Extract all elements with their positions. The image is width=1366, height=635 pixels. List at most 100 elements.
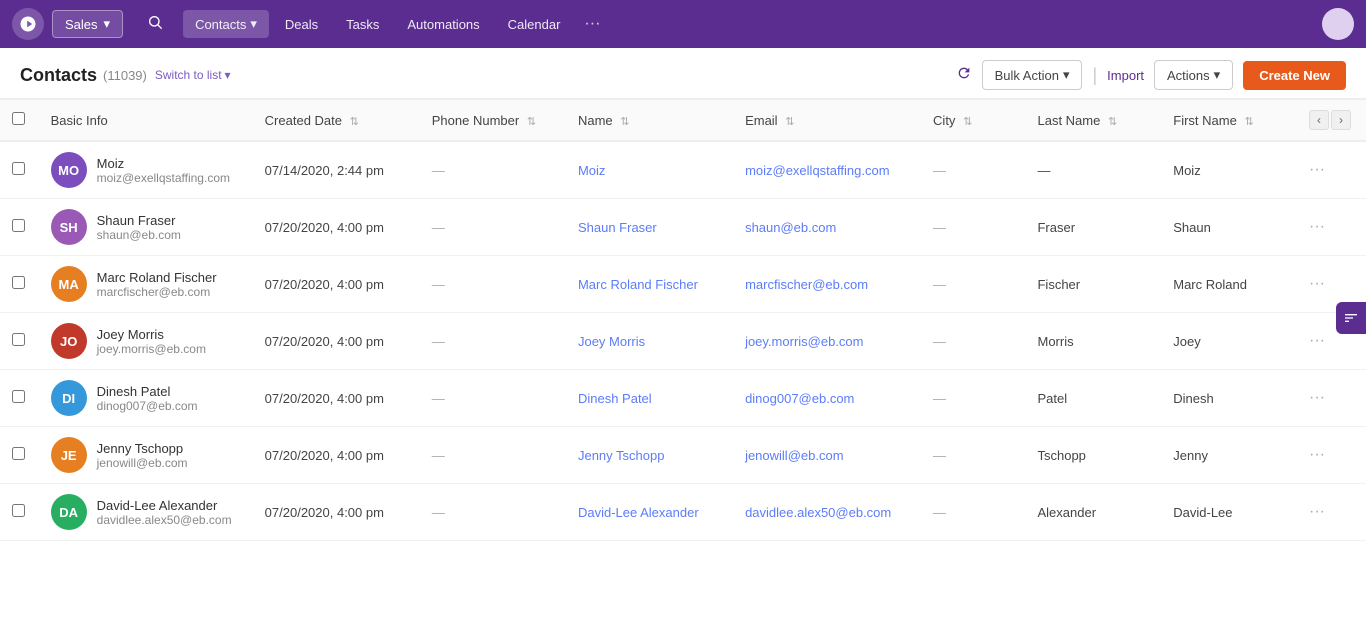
row-more-button[interactable]: ··· — [1309, 275, 1325, 293]
email-value[interactable]: davidlee.alex50@eb.com — [745, 505, 891, 520]
email-cell: davidlee.alex50@eb.com — [733, 484, 921, 541]
full-name-value[interactable]: David-Lee Alexander — [578, 505, 699, 520]
row-checkbox[interactable] — [12, 162, 25, 175]
row-checkbox[interactable] — [12, 333, 25, 346]
page-header: Contacts (11039) Switch to list ▾ Bulk A… — [0, 48, 1366, 99]
first-name-value: Moiz — [1173, 163, 1200, 178]
create-new-button[interactable]: Create New — [1243, 61, 1346, 90]
contact-name[interactable]: Moiz — [97, 156, 230, 171]
row-checkbox[interactable] — [12, 504, 25, 517]
last-name-cell: Fischer — [1025, 256, 1161, 313]
created-date-value: 07/20/2020, 4:00 pm — [265, 277, 384, 292]
row-more-button[interactable]: ··· — [1309, 161, 1325, 179]
email-value[interactable]: joey.morris@eb.com — [745, 334, 863, 349]
nav-automations[interactable]: Automations — [395, 11, 491, 38]
nav-contacts-label: Contacts — [195, 17, 246, 32]
row-actions-cell: ··· — [1297, 370, 1366, 427]
nav-contacts[interactable]: Contacts ▾ — [183, 10, 269, 38]
email-value[interactable]: shaun@eb.com — [745, 220, 836, 235]
row-actions-cell: ··· — [1297, 427, 1366, 484]
first-name-value: Joey — [1173, 334, 1200, 349]
bulk-action-button[interactable]: Bulk Action ▾ — [982, 60, 1083, 90]
created-date-cell: 07/20/2020, 4:00 pm — [253, 370, 420, 427]
row-checkbox[interactable] — [12, 219, 25, 232]
import-button[interactable]: Import — [1107, 68, 1144, 83]
phone-value: — — [432, 277, 445, 292]
row-actions-cell: ··· — [1297, 199, 1366, 256]
column-header-email[interactable]: Email ⇅ — [733, 100, 921, 142]
contact-name[interactable]: Dinesh Patel — [97, 384, 198, 399]
email-value[interactable]: dinog007@eb.com — [745, 391, 854, 406]
nav-more-button[interactable]: ··· — [576, 9, 608, 39]
column-header-first-name[interactable]: First Name ⇅ — [1161, 100, 1297, 142]
contact-name[interactable]: David-Lee Alexander — [97, 498, 232, 513]
first-name-value: Jenny — [1173, 448, 1208, 463]
column-header-last-name[interactable]: Last Name ⇅ — [1025, 100, 1161, 142]
chevron-down-icon: ▾ — [225, 68, 231, 82]
email-value[interactable]: marcfischer@eb.com — [745, 277, 868, 292]
full-name-value[interactable]: Marc Roland Fischer — [578, 277, 698, 292]
column-nav-left[interactable]: ‹ — [1309, 110, 1329, 130]
email-cell: moiz@exellqstaffing.com — [733, 141, 921, 199]
email-cell: jenowill@eb.com — [733, 427, 921, 484]
contact-name[interactable]: Shaun Fraser — [97, 213, 181, 228]
basic-info-cell: DI Dinesh Patel dinog007@eb.com — [39, 370, 253, 427]
nav-tasks[interactable]: Tasks — [334, 11, 391, 38]
city-value: — — [933, 277, 946, 292]
name-cell: Shaun Fraser — [566, 199, 733, 256]
actions-dropdown-button[interactable]: Actions ▾ — [1154, 60, 1233, 90]
first-name-cell: Marc Roland — [1161, 256, 1297, 313]
row-checkbox[interactable] — [12, 390, 25, 403]
basic-info-cell: DA David-Lee Alexander davidlee.alex50@e… — [39, 484, 253, 541]
select-all-checkbox[interactable] — [12, 112, 25, 125]
phone-cell: — — [420, 313, 566, 370]
column-header-name[interactable]: Name ⇅ — [566, 100, 733, 142]
column-header-phone[interactable]: Phone Number ⇅ — [420, 100, 566, 142]
city-cell: — — [921, 141, 1025, 199]
full-name-value[interactable]: Jenny Tschopp — [578, 448, 665, 463]
contact-email-sub: moiz@exellqstaffing.com — [97, 171, 230, 185]
app-logo[interactable] — [12, 8, 44, 40]
email-value[interactable]: jenowill@eb.com — [745, 448, 843, 463]
email-cell: joey.morris@eb.com — [733, 313, 921, 370]
switch-to-list-button[interactable]: Switch to list ▾ — [155, 68, 231, 82]
phone-value: — — [432, 163, 445, 178]
row-more-button[interactable]: ··· — [1309, 389, 1325, 407]
full-name-value[interactable]: Joey Morris — [578, 334, 645, 349]
created-date-cell: 07/20/2020, 4:00 pm — [253, 484, 420, 541]
column-header-city[interactable]: City ⇅ — [921, 100, 1025, 142]
nav-deals[interactable]: Deals — [273, 11, 330, 38]
contacts-table: Basic Info Created Date ⇅ Phone Number ⇅… — [0, 99, 1366, 541]
user-avatar[interactable] — [1322, 8, 1354, 40]
row-more-button[interactable]: ··· — [1309, 503, 1325, 521]
sales-dropdown-button[interactable]: Sales ▾ — [52, 10, 123, 38]
full-name-value[interactable]: Shaun Fraser — [578, 220, 657, 235]
chevron-down-icon: ▾ — [1214, 67, 1221, 83]
filter-fab-button[interactable] — [1336, 302, 1366, 334]
full-name-value[interactable]: Moiz — [578, 163, 605, 178]
search-button[interactable] — [139, 10, 171, 39]
row-more-button[interactable]: ··· — [1309, 218, 1325, 236]
phone-cell: — — [420, 427, 566, 484]
row-more-button[interactable]: ··· — [1309, 446, 1325, 464]
contact-name[interactable]: Marc Roland Fischer — [97, 270, 217, 285]
full-name-value[interactable]: Dinesh Patel — [578, 391, 652, 406]
created-date-value: 07/20/2020, 4:00 pm — [265, 448, 384, 463]
last-name-cell: Morris — [1025, 313, 1161, 370]
row-actions-cell: ··· — [1297, 484, 1366, 541]
first-name-value: David-Lee — [1173, 505, 1232, 520]
row-more-button[interactable]: ··· — [1309, 332, 1325, 350]
contact-name[interactable]: Joey Morris — [97, 327, 206, 342]
contact-name[interactable]: Jenny Tschopp — [97, 441, 188, 456]
email-value[interactable]: moiz@exellqstaffing.com — [745, 163, 889, 178]
row-checkbox[interactable] — [12, 276, 25, 289]
column-header-created-date[interactable]: Created Date ⇅ — [253, 100, 420, 142]
column-nav-right[interactable]: › — [1331, 110, 1351, 130]
row-checkbox-cell — [0, 199, 39, 256]
nav-calendar[interactable]: Calendar — [496, 11, 573, 38]
first-name-value: Dinesh — [1173, 391, 1213, 406]
refresh-button[interactable] — [956, 65, 972, 86]
bulk-action-label: Bulk Action — [995, 68, 1059, 83]
email-cell: dinog007@eb.com — [733, 370, 921, 427]
row-checkbox[interactable] — [12, 447, 25, 460]
